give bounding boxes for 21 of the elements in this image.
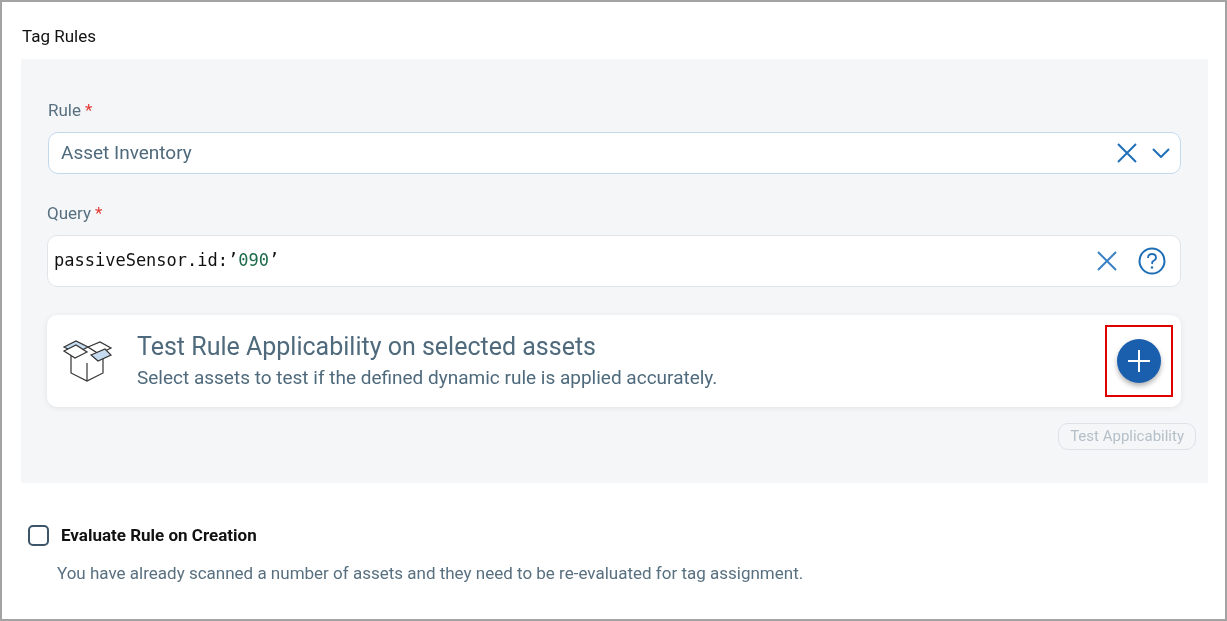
rule-select[interactable]: Asset Inventory [48, 132, 1181, 174]
required-mark: * [85, 99, 93, 121]
open-box-icon [61, 339, 113, 383]
card-subtitle: Select assets to test if the defined dynamic rule is applied accurately. [137, 364, 719, 391]
help-icon[interactable] [1138, 247, 1166, 275]
select-value: Asset Inventory [61, 139, 193, 166]
plus-icon [1127, 349, 1151, 373]
checkbox[interactable] [28, 525, 49, 547]
add-button[interactable] [1117, 339, 1161, 383]
section-title: Tag Rules [22, 25, 96, 47]
checkbox-label: Evaluate Rule on Creation [61, 524, 257, 547]
query-field[interactable]: passiveSensor.id:’090’ [47, 235, 1181, 287]
clear-icon[interactable] [1096, 250, 1118, 272]
card-title: Test Rule Applicability on selected assets [137, 331, 597, 362]
evaluate-description: You have already scanned a number of assets and they need to be re-evaluated for tag assignment. [57, 561, 804, 585]
field-label: Rule [48, 99, 81, 121]
chevron-down-icon[interactable] [1152, 148, 1170, 158]
clear-icon[interactable] [1116, 142, 1138, 164]
field-label: Query [47, 202, 92, 224]
query-text: passiveSensor.id:’090’ [54, 249, 281, 273]
required-mark: * [95, 202, 103, 224]
